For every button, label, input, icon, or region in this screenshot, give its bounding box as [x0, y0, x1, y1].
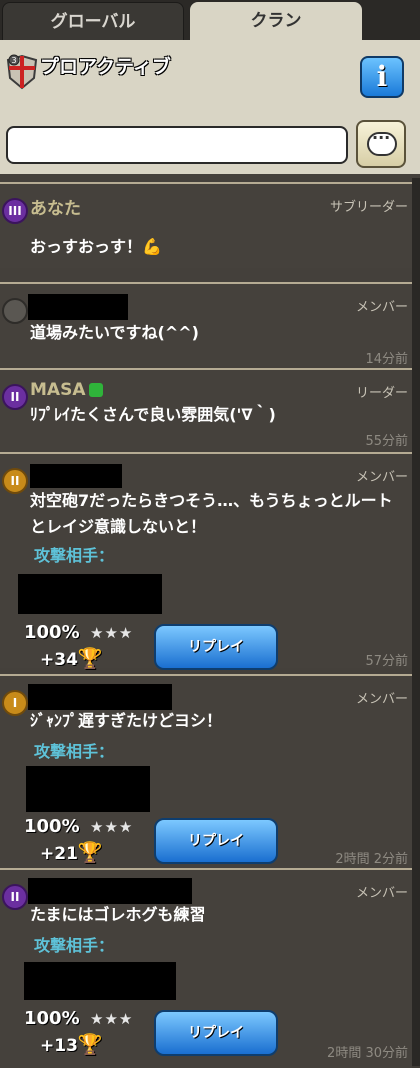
trophy-change: +21🏆: [40, 840, 103, 864]
sender-role: メンバー: [355, 692, 408, 707]
clan-badge-icon: 3: [6, 54, 38, 90]
trophy-value: +34: [40, 650, 78, 670]
sender-role: リーダー: [355, 386, 408, 401]
message-time: 2時間 30分前: [327, 1046, 408, 1061]
message-time: 2時間 2分前: [335, 852, 408, 867]
rank-badge: III: [2, 198, 28, 224]
message-text: ﾘﾌﾟﾚｲたくさんで良い雰囲気('∇｀): [30, 405, 276, 424]
sender-role: メンバー: [355, 470, 408, 485]
chat-message: III あなた サブリーダー おっすおっす！💪: [0, 182, 412, 268]
attack-target-label: 攻撃相手：: [34, 546, 115, 565]
trophy-icon: 🏆: [77, 646, 103, 670]
sender-name-wrap: MASA: [30, 380, 104, 400]
rank-badge: II: [2, 884, 28, 910]
message-text: たまにはゴレホグも練習: [30, 905, 206, 924]
rank-badge: [2, 298, 28, 324]
clan-name: プロアクティブ: [40, 56, 171, 78]
badge-level: 3: [11, 56, 16, 65]
attack-target-label: 攻撃相手：: [34, 936, 115, 955]
rank-badge: II: [2, 384, 28, 410]
trophy-value: +13: [40, 1036, 78, 1056]
exp-icon: [89, 383, 104, 397]
stars-icon: ★★★: [90, 818, 134, 836]
redacted-opponent: [18, 574, 162, 614]
trophy-icon: 🏆: [77, 1032, 103, 1056]
chat-input[interactable]: [6, 126, 348, 164]
stars-icon: ★★★: [90, 1010, 134, 1028]
info-button[interactable]: i: [360, 56, 404, 98]
message-text: 対空砲7だったらきつそう…、もうちょっとルートとレイジ意識しないと！: [30, 491, 393, 536]
attack-target-label: 攻撃相手：: [34, 742, 115, 761]
trophy-value: +21: [40, 844, 78, 864]
message-text: おっすおっす！💪: [30, 237, 162, 256]
message-time: 14分前: [365, 352, 408, 367]
rank-badge: II: [2, 468, 28, 494]
sender-role: メンバー: [355, 886, 408, 901]
trophy-icon: 🏆: [77, 840, 103, 864]
replay-button[interactable]: リプレイ: [154, 624, 278, 670]
trophy-change: +13🏆: [40, 1032, 103, 1056]
destruction-percent: 100%: [24, 816, 80, 837]
tab-bar: グローバル クラン: [0, 0, 420, 42]
chat-message: II MASA リーダー ﾘﾌﾟﾚｲたくさんで良い雰囲気('∇｀) 55分前: [0, 368, 412, 450]
stars-icon: ★★★: [90, 624, 134, 642]
tab-clan[interactable]: クラン: [190, 2, 362, 40]
destruction-percent: 100%: [24, 1008, 80, 1029]
redacted-name: [28, 684, 172, 710]
rank-badge: I: [2, 690, 28, 716]
tab-global[interactable]: グローバル: [2, 2, 184, 42]
chat-bubble-icon: [367, 128, 397, 156]
sender-role: メンバー: [355, 300, 408, 315]
chat-message: I メンバー ｼﾞｬﾝﾌﾟ遅すぎたけどヨシ！ 攻撃相手： 100% ★★★ +2…: [0, 674, 412, 868]
redacted-name: [28, 294, 128, 320]
clan-chat-feed: III あなた サブリーダー おっすおっす！💪 メンバー 道場みたいですね(^^…: [0, 174, 420, 1068]
sender-name: MASA: [30, 380, 86, 400]
replay-button[interactable]: リプレイ: [154, 1010, 278, 1056]
redacted-opponent: [26, 766, 150, 812]
message-time: 55分前: [365, 434, 408, 449]
message-text: ｼﾞｬﾝﾌﾟ遅すぎたけどヨシ！: [30, 711, 223, 730]
redacted-name: [30, 464, 122, 488]
replay-button[interactable]: リプレイ: [154, 818, 278, 864]
sender-name: あなた: [30, 199, 81, 219]
redacted-opponent: [24, 962, 176, 1000]
trophy-change: +34🏆: [40, 646, 103, 670]
scrollbar[interactable]: [412, 178, 420, 1066]
redacted-name: [28, 878, 192, 904]
sender-role: サブリーダー: [329, 200, 408, 215]
destruction-percent: 100%: [24, 622, 80, 643]
send-chat-button[interactable]: [356, 120, 406, 168]
chat-message: メンバー 道場みたいですね(^^) 14分前: [0, 282, 412, 367]
message-text: 道場みたいですね(^^): [30, 323, 199, 342]
chat-message: II メンバー 対空砲7だったらきつそう…、もうちょっとルートとレイジ意識しない…: [0, 452, 412, 670]
chat-message: II メンバー たまにはゴレホグも練習 攻撃相手： 100% ★★★ +13🏆 …: [0, 868, 412, 1068]
message-time: 57分前: [365, 654, 408, 669]
